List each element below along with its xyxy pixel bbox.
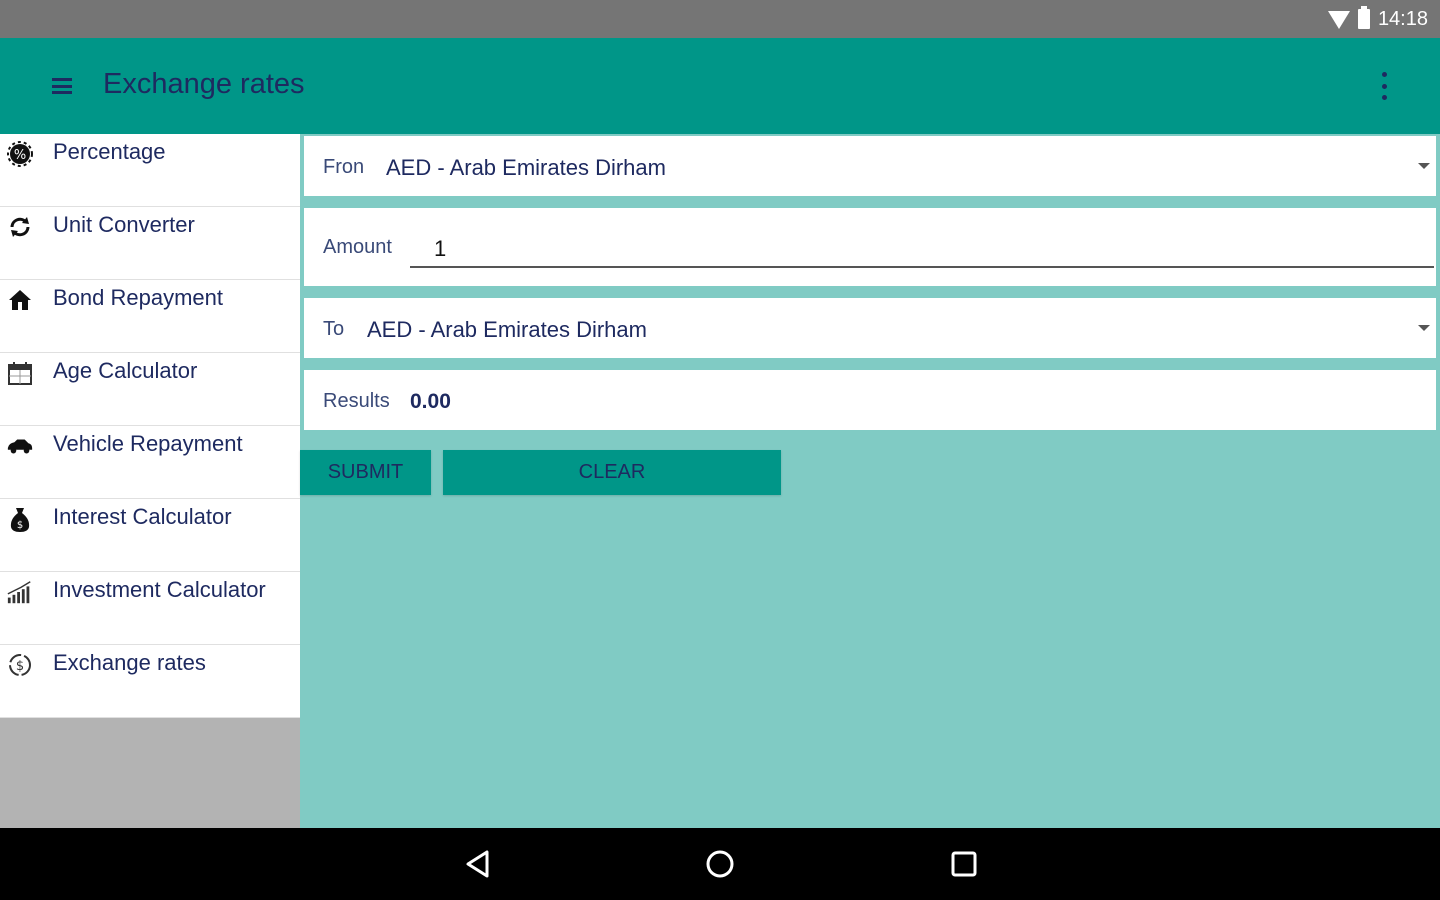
svg-text:$: $ [17, 520, 23, 531]
drawer-item-label: Unit Converter [53, 212, 195, 237]
from-currency-select[interactable]: Fron AED - Arab Emirates Dirham [304, 136, 1436, 196]
results-card: Results 0.00 [304, 370, 1436, 430]
to-currency-select[interactable]: To AED - Arab Emirates Dirham [304, 298, 1436, 358]
drawer-item-label: Investment Calculator [53, 577, 266, 602]
drawer-item-exchange-rates[interactable]: $ Exchange rates [0, 645, 300, 718]
drawer-list: % Percentage Unit Converter Bond Repayme… [0, 134, 300, 718]
drawer-item-percentage[interactable]: % Percentage [0, 134, 300, 207]
refresh-icon [6, 213, 34, 241]
main-content: Fron AED - Arab Emirates Dirham Amount T… [300, 134, 1440, 828]
hamburger-menu-icon[interactable] [52, 78, 72, 94]
system-nav-bar [0, 828, 1440, 900]
results-label: Results [323, 390, 390, 412]
amount-card: Amount [304, 208, 1436, 286]
drawer-item-vehicle-repayment[interactable]: Vehicle Repayment [0, 426, 300, 499]
chevron-down-icon [1418, 163, 1430, 169]
battery-icon [1357, 6, 1370, 29]
submit-button[interactable]: SUBMIT [300, 450, 431, 495]
status-bar: 14:18 [0, 0, 1440, 38]
results-value: 0.00 [410, 390, 451, 413]
back-icon[interactable] [460, 846, 496, 882]
drawer-item-label: Percentage [53, 139, 166, 164]
bar-chart-icon [6, 578, 34, 606]
home-icon[interactable] [702, 846, 738, 882]
status-icons: 14:18 [1327, 0, 1428, 38]
drawer-item-label: Bond Repayment [53, 285, 223, 310]
amount-input[interactable] [410, 232, 1434, 268]
percentage-icon: % [6, 140, 34, 168]
clear-button[interactable]: CLEAR [443, 450, 781, 495]
recents-icon[interactable] [946, 846, 982, 882]
car-icon [6, 432, 34, 460]
drawer-item-investment-calculator[interactable]: Investment Calculator [0, 572, 300, 645]
wifi-icon [1327, 11, 1350, 29]
calendar-icon [6, 359, 34, 387]
drawer-item-label: Exchange rates [53, 650, 206, 675]
drawer-item-bond-repayment[interactable]: Bond Repayment [0, 280, 300, 353]
drawer-item-age-calculator[interactable]: Age Calculator [0, 353, 300, 426]
drawer-item-interest-calculator[interactable]: $ Interest Calculator [0, 499, 300, 572]
drawer-item-label: Interest Calculator [53, 504, 232, 529]
house-icon [6, 286, 34, 314]
drawer-item-label: Age Calculator [53, 358, 198, 383]
amount-label: Amount [323, 236, 392, 258]
more-vert-icon[interactable] [1378, 72, 1390, 100]
to-value: AED - Arab Emirates Dirham [367, 317, 647, 342]
svg-text:%: % [14, 148, 26, 163]
app-bar: Exchange rates [0, 38, 1440, 134]
svg-text:$: $ [16, 659, 24, 674]
chevron-down-icon [1418, 325, 1430, 331]
from-label: Fron [323, 156, 365, 178]
currency-exchange-icon: $ [6, 651, 34, 679]
page-title: Exchange rates [103, 68, 305, 100]
status-time: 14:18 [1377, 7, 1428, 30]
drawer-item-label: Vehicle Repayment [53, 431, 243, 456]
from-value: AED - Arab Emirates Dirham [386, 155, 666, 180]
to-label: To [323, 318, 345, 340]
money-bag-icon: $ [6, 505, 34, 533]
drawer-item-unit-converter[interactable]: Unit Converter [0, 207, 300, 280]
navigation-drawer: % Percentage Unit Converter Bond Repayme… [0, 134, 300, 828]
